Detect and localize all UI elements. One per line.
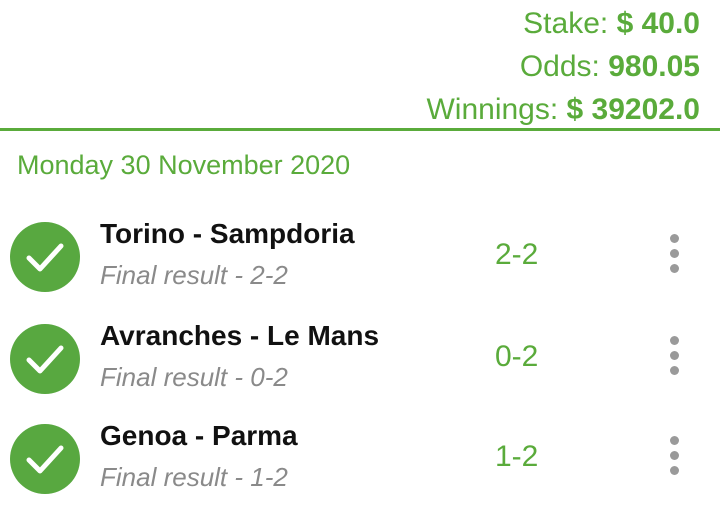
match-teams: Genoa - Parma [100, 420, 298, 451]
summary-divider [0, 128, 720, 131]
match-row[interactable]: Torino - Sampdoria Final result - 2-2 2-… [0, 218, 720, 318]
more-options-icon[interactable] [665, 234, 685, 274]
stake-label: Stake: [523, 7, 609, 40]
odds-line: Odds: 980.05 [426, 45, 700, 88]
winnings-line: Winnings: $ 39202.0 [426, 88, 700, 131]
more-options-icon[interactable] [665, 336, 685, 376]
winnings-label: Winnings: [426, 93, 559, 126]
match-teams: Torino - Sampdoria [100, 218, 355, 249]
odds-value: 980.05 [608, 50, 700, 83]
match-row[interactable]: Avranches - Le Mans Final result - 0-2 0… [0, 320, 720, 420]
stake-line: Stake: $ 40.0 [426, 2, 700, 45]
odds-label: Odds: [519, 50, 600, 83]
date-header: Monday 30 November 2020 [17, 150, 351, 180]
stake-value: $ 40.0 [616, 7, 700, 40]
match-score: 1-2 [495, 440, 539, 473]
check-icon [10, 222, 80, 292]
match-teams: Avranches - Le Mans [100, 320, 380, 351]
winnings-value: $ 39202.0 [566, 93, 700, 126]
check-icon [10, 324, 80, 394]
match-result: Final result - 1-2 [100, 462, 288, 492]
check-icon [10, 424, 80, 494]
match-result: Final result - 2-2 [100, 260, 288, 290]
more-options-icon[interactable] [665, 436, 685, 476]
match-score: 2-2 [495, 238, 539, 271]
match-score: 0-2 [495, 340, 539, 373]
match-row[interactable]: Genoa - Parma Final result - 1-2 1-2 [0, 420, 720, 520]
match-result: Final result - 0-2 [100, 362, 288, 392]
bet-summary: Stake: $ 40.0 Odds: 980.05 Winnings: $ 3… [426, 2, 700, 131]
